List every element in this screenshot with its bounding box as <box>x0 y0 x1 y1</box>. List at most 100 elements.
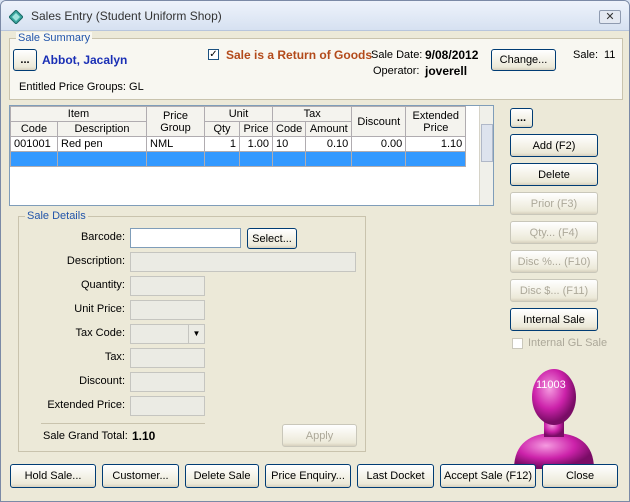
sale-number-value: 11 <box>604 49 616 61</box>
title-bar: Sales Entry (Student Uniform Shop) ✕ <box>1 1 629 31</box>
select-button[interactable]: Select... <box>247 228 297 249</box>
cell-discount: 0.00 <box>351 136 407 152</box>
chevron-down-icon: ▼ <box>192 329 201 338</box>
tax-code-header: Code <box>271 121 307 137</box>
window-title: Sales Entry (Student Uniform Shop) <box>31 9 222 23</box>
unit-price-label: Unit Price: <box>74 303 125 315</box>
quantity-label: Quantity: <box>80 279 125 291</box>
app-icon <box>9 10 23 24</box>
tax-code-select[interactable]: ▼ <box>130 324 205 344</box>
cell-price-group: NML <box>146 136 205 152</box>
sale-summary-legend: Sale Summary <box>16 32 93 44</box>
cell-empty <box>57 151 147 167</box>
cell-code: 001001 <box>10 136 58 152</box>
delete-button[interactable]: Delete <box>510 163 598 186</box>
operator-label: Operator: <box>373 65 420 77</box>
hold-sale-button[interactable]: Hold Sale... <box>10 464 96 488</box>
customer-button[interactable]: Customer... <box>102 464 179 488</box>
cell-empty <box>10 151 58 167</box>
disc-dollar-button[interactable]: Disc $... (F11) <box>510 279 598 302</box>
code-header: Code <box>10 121 58 137</box>
qty-button[interactable]: Qty... (F4) <box>510 221 598 244</box>
sale-items-table: Item Price Group Unit Tax Discount Exten… <box>10 106 467 167</box>
close-button[interactable]: Close <box>542 464 618 488</box>
sale-summary-group: Sale Summary ... Abbot, Jacalyn Entitled… <box>9 32 623 100</box>
tax-code-label: Tax Code: <box>75 327 125 339</box>
quantity-field[interactable] <box>130 276 205 296</box>
cell-qty: 1 <box>204 136 240 152</box>
tax-header: Tax <box>271 106 353 122</box>
grand-total-value: 1.10 <box>132 429 156 443</box>
customer-avatar: 11003 <box>509 361 599 469</box>
discount-label: Discount: <box>79 375 125 387</box>
tax-field[interactable] <box>130 348 205 368</box>
return-goods-label: Sale is a Return of Goods <box>226 48 373 62</box>
customer-picker-button[interactable]: ... <box>13 49 37 71</box>
cell-tax-amount: 0.10 <box>305 136 353 152</box>
cell-empty <box>351 151 407 167</box>
checkmark-icon: ✓ <box>209 49 218 60</box>
cell-description: Red pen <box>57 136 147 152</box>
extended-price-header: Extended Price <box>405 106 467 137</box>
cell-empty <box>239 151 273 167</box>
close-window-button[interactable]: ✕ <box>599 10 621 24</box>
scrollbar-thumb[interactable] <box>481 124 493 162</box>
barcode-label: Barcode: <box>80 231 125 243</box>
sale-details-group: Sale Details Barcode: Select... Descript… <box>18 210 366 452</box>
delete-sale-button[interactable]: Delete Sale <box>185 464 259 488</box>
table-row-new[interactable] <box>10 151 467 167</box>
prior-button[interactable]: Prior (F3) <box>510 192 598 215</box>
more-options-button[interactable]: ... <box>510 108 533 128</box>
unit-header: Unit <box>204 106 273 122</box>
dropdown-arrow-button[interactable]: ▼ <box>188 325 204 343</box>
internal-sale-button[interactable]: Internal Sale <box>510 308 598 331</box>
internal-gl-sale-label: Internal GL Sale <box>528 337 608 349</box>
sale-date-value: 9/08/2012 <box>425 48 479 62</box>
discount-field[interactable] <box>130 372 205 392</box>
price-enquiry-button[interactable]: Price Enquiry... <box>265 464 351 488</box>
extended-price-field[interactable] <box>130 396 205 416</box>
disc-percent-button[interactable]: Disc %... (F10) <box>510 250 598 273</box>
change-button[interactable]: Change... <box>491 49 556 71</box>
entitled-price-groups: Entitled Price Groups: GL <box>19 81 144 93</box>
add-button[interactable]: Add (F2) <box>510 134 598 157</box>
description-field <box>130 252 356 272</box>
tax-label: Tax: <box>104 351 125 363</box>
person-icon <box>514 369 594 469</box>
cell-empty <box>204 151 240 167</box>
cell-empty <box>405 151 467 167</box>
discount-header: Discount <box>351 106 407 137</box>
cell-empty <box>305 151 353 167</box>
grand-total-divider <box>41 423 205 424</box>
item-header: Item <box>10 106 147 122</box>
tax-amount-header: Amount <box>305 121 353 137</box>
unit-price-field[interactable] <box>130 300 205 320</box>
table-row[interactable]: 001001 Red pen NML 1 1.00 10 0.10 0.00 1… <box>10 136 467 152</box>
accept-sale-button[interactable]: Accept Sale (F12) <box>440 464 536 488</box>
description-header: Description <box>57 121 147 137</box>
sale-items-grid[interactable]: Item Price Group Unit Tax Discount Exten… <box>9 105 494 206</box>
grid-scrollbar[interactable] <box>479 106 493 205</box>
cell-empty <box>271 151 307 167</box>
window-body: Sale Summary ... Abbot, Jacalyn Entitled… <box>1 31 629 501</box>
extended-price-label: Extended Price: <box>47 399 125 411</box>
sale-date-label: Sale Date: <box>371 49 423 61</box>
internal-gl-sale-checkbox[interactable] <box>512 338 523 349</box>
apply-button[interactable]: Apply <box>282 424 357 447</box>
sale-number-label: Sale: <box>573 49 599 61</box>
qty-header: Qty <box>204 121 240 137</box>
customer-name: Abbot, Jacalyn <box>42 53 128 67</box>
cell-empty <box>146 151 205 167</box>
cell-price: 1.00 <box>239 136 273 152</box>
grand-total-label: Sale Grand Total: <box>43 430 128 442</box>
return-goods-checkbox[interactable]: ✓ <box>208 49 219 60</box>
cell-extended-price: 1.10 <box>405 136 467 152</box>
last-docket-button[interactable]: Last Docket <box>357 464 434 488</box>
sale-details-legend: Sale Details <box>25 210 88 222</box>
sales-entry-window: Sales Entry (Student Uniform Shop) ✕ Sal… <box>0 0 630 502</box>
avatar-number: 11003 <box>536 379 566 391</box>
operator-value: joverell <box>425 64 468 78</box>
barcode-input[interactable] <box>130 228 241 248</box>
price-header: Price <box>239 121 273 137</box>
description-label: Description: <box>66 255 125 267</box>
